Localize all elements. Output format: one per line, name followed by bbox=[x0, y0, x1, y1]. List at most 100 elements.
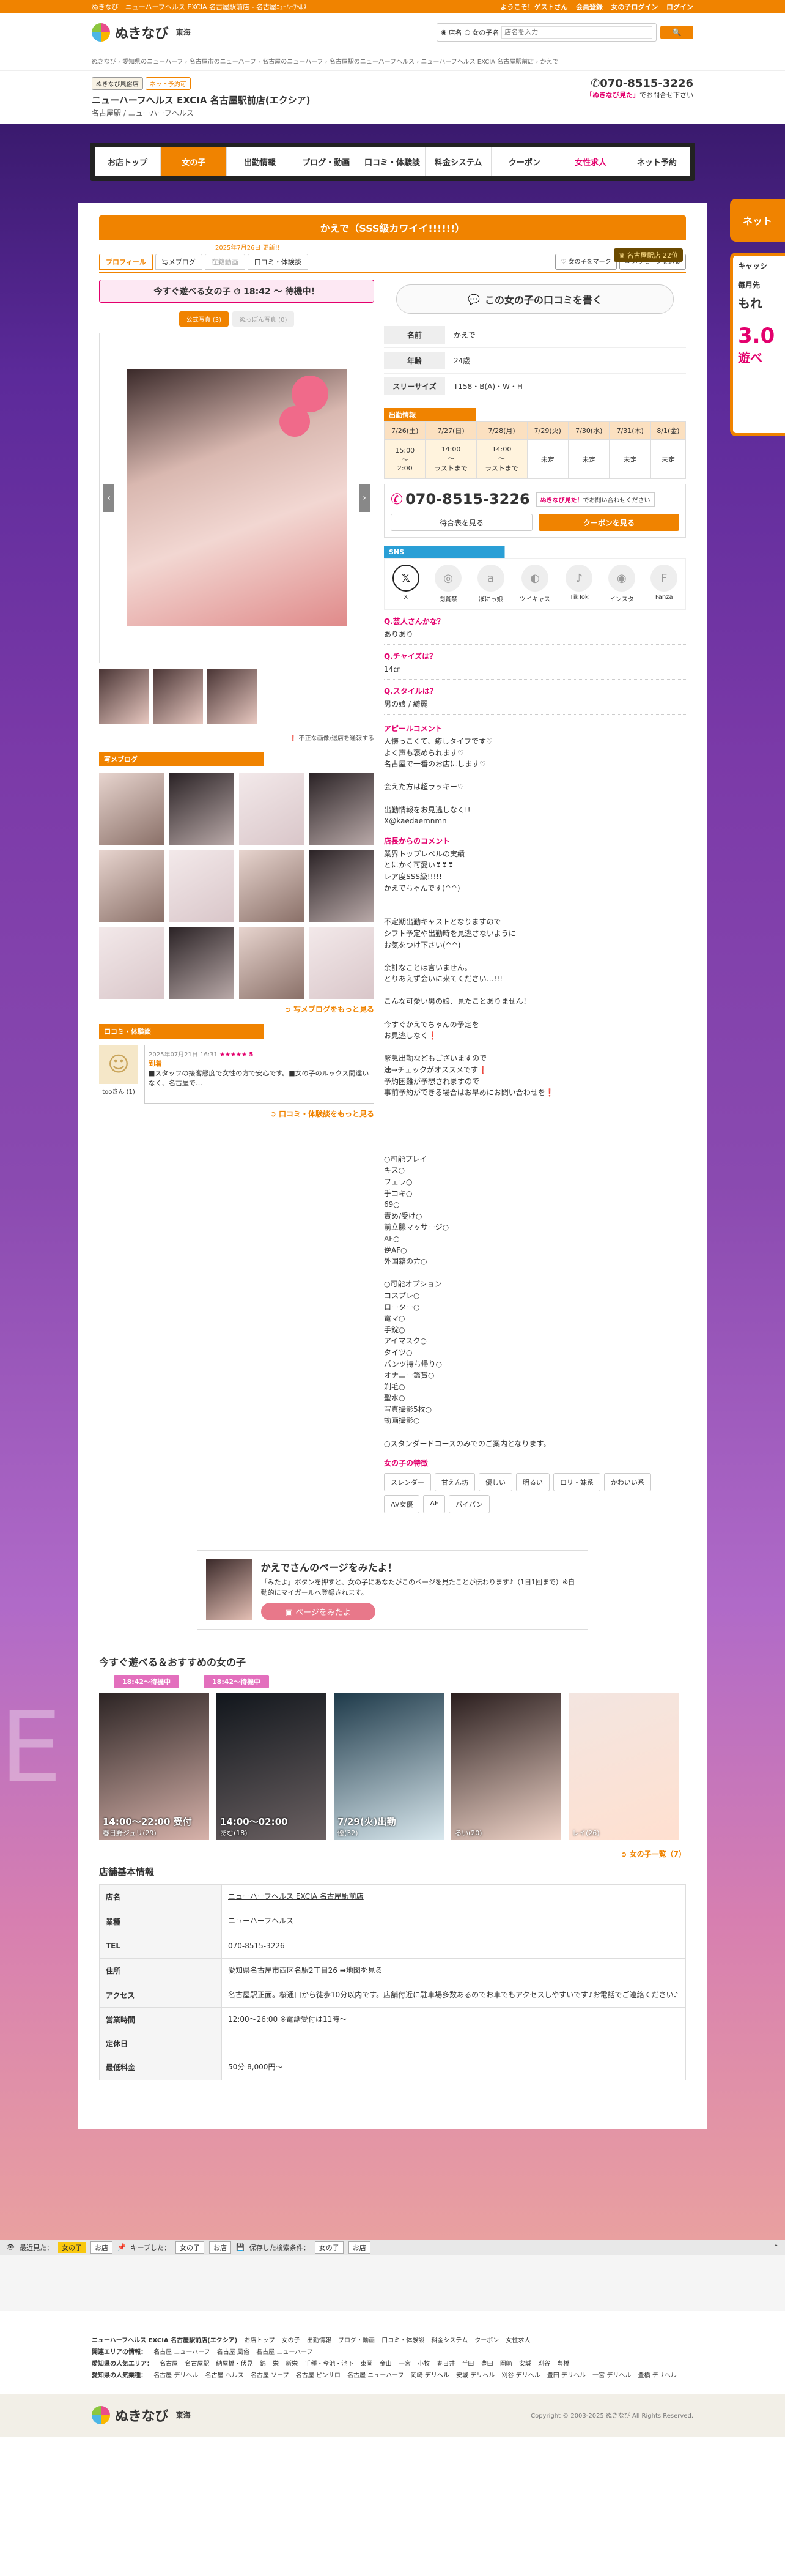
chevron-up-icon[interactable]: ⌃ bbox=[773, 2243, 779, 2251]
footer-link[interactable]: 女性求人 bbox=[506, 2337, 531, 2344]
search-input[interactable] bbox=[501, 26, 652, 39]
footer-link[interactable]: 一宮 bbox=[399, 2361, 411, 2367]
footer-link[interactable]: 豊田 bbox=[481, 2361, 493, 2367]
nav-tab-pricing[interactable]: 料金システム bbox=[426, 147, 492, 176]
photo-tab-nuppon[interactable]: ぬっぽん写真 (0) bbox=[232, 311, 295, 327]
photo-thumbnail[interactable] bbox=[153, 669, 203, 724]
next-photo-button[interactable]: › bbox=[359, 484, 370, 512]
blog-thumbnail[interactable] bbox=[99, 850, 164, 922]
footer-link[interactable]: ブログ・動画 bbox=[338, 2337, 375, 2344]
search-button[interactable]: 🔍 bbox=[660, 25, 693, 39]
coupon-button[interactable]: クーポンを見る bbox=[539, 514, 679, 531]
nav-tab-blog[interactable]: ブログ・動画 bbox=[293, 147, 359, 176]
footer-link[interactable]: 納屋橋・伏見 bbox=[216, 2361, 253, 2367]
blog-thumbnail[interactable] bbox=[99, 773, 164, 845]
nav-tab-reviews[interactable]: 口コミ・体験談 bbox=[359, 147, 426, 176]
footer-link[interactable]: 栄 bbox=[273, 2361, 279, 2367]
type-tag[interactable]: ロリ・妹系 bbox=[553, 1473, 600, 1492]
footer-link[interactable]: 金山 bbox=[380, 2361, 392, 2367]
search-type-shop[interactable]: ◉ 店名 bbox=[441, 28, 462, 37]
blog-thumbnail[interactable] bbox=[99, 927, 164, 999]
write-review-button[interactable]: 💬 この女の子の口コミを書く bbox=[396, 284, 674, 314]
girl-list-link[interactable]: ➲ 女の子一覧（7） bbox=[99, 1849, 686, 1859]
review-more-link[interactable]: ➲ 口コミ・体験談をもっと見る bbox=[99, 1108, 374, 1119]
recommend-girl-card[interactable]: レイ(26) bbox=[569, 1693, 679, 1841]
recommend-girl-card[interactable]: 7/29(火)出勤 優(32) bbox=[334, 1693, 444, 1841]
type-tag[interactable]: 明るい bbox=[516, 1473, 550, 1492]
breadcrumb-item[interactable]: 名古屋のニューハーフ bbox=[262, 59, 330, 65]
recommend-girl-card[interactable]: 14:00〜02:00 あむ(18) bbox=[216, 1693, 326, 1841]
footer-link[interactable]: 半田 bbox=[462, 2361, 474, 2367]
footer-link[interactable]: 刈谷 bbox=[538, 2361, 550, 2367]
footer-link[interactable]: 刈谷 デリヘル bbox=[501, 2372, 540, 2379]
footer-link[interactable]: 新栄 bbox=[286, 2361, 298, 2367]
footer-link[interactable]: 豊橋 bbox=[557, 2361, 569, 2367]
footer-link[interactable]: 口コミ・体験談 bbox=[381, 2337, 424, 2344]
footer-link[interactable]: 名古屋 風俗 bbox=[217, 2349, 249, 2356]
footer-logo[interactable]: ぬきなび 東海 bbox=[92, 2405, 191, 2425]
footer-link[interactable]: 名古屋 ニューハーフ bbox=[347, 2372, 404, 2379]
blog-thumbnail[interactable] bbox=[309, 927, 374, 999]
footer-link[interactable]: 名古屋駅 bbox=[185, 2361, 209, 2367]
sns-item[interactable]: ◉ インスタ bbox=[608, 565, 635, 603]
info-value-shopname[interactable]: ニューハーフヘルス EXCIA 名古屋駅前店 bbox=[221, 1884, 686, 1910]
sns-item[interactable]: ◎ 閲覧禁 bbox=[435, 565, 462, 603]
blog-thumbnail[interactable] bbox=[239, 927, 304, 999]
report-link[interactable]: ❗ 不正な画像/退店を通報する bbox=[99, 733, 374, 742]
recommend-girl-card[interactable]: るい(20) bbox=[451, 1693, 561, 1841]
nav-tab-schedule[interactable]: 出勤情報 bbox=[227, 147, 293, 176]
footer-link[interactable]: 岡崎 bbox=[500, 2361, 512, 2367]
sns-item[interactable]: F Fanza bbox=[650, 565, 678, 603]
footer-link[interactable]: 出勤情報 bbox=[307, 2337, 331, 2344]
subtab-video[interactable]: 在籍動画 bbox=[204, 254, 245, 270]
footer-link[interactable]: 名古屋 ニューハーフ bbox=[256, 2349, 312, 2356]
footer-link[interactable]: 一宮 デリヘル bbox=[592, 2372, 631, 2379]
waiting-list-button[interactable]: 待合表を見る bbox=[391, 514, 533, 531]
subtab-blog[interactable]: 写メブログ bbox=[155, 254, 202, 270]
footer-link[interactable]: 豊橋 デリヘル bbox=[638, 2372, 677, 2379]
info-value-address[interactable]: 愛知県名古屋市西区名駅2丁目26 ➡地図を見る bbox=[221, 1958, 686, 1984]
nav-tab-recruit[interactable]: 女性求人 bbox=[558, 147, 624, 176]
mitayo-button[interactable]: ▣ ページをみたよ bbox=[260, 1603, 375, 1621]
type-tag[interactable]: スレンダー bbox=[384, 1473, 431, 1492]
type-tag[interactable]: パイパン bbox=[449, 1495, 490, 1514]
footer-link[interactable]: 名古屋 ピンサロ bbox=[296, 2372, 341, 2379]
blog-thumbnail[interactable] bbox=[169, 927, 234, 999]
footer-link[interactable]: 岡崎 デリヘル bbox=[411, 2372, 449, 2379]
sns-item[interactable]: ♪ TikTok bbox=[566, 565, 593, 603]
footer-link[interactable]: 東岡 bbox=[361, 2361, 373, 2367]
nav-tab-shop-top[interactable]: お店トップ bbox=[95, 147, 161, 176]
footer-link[interactable]: 女の子 bbox=[282, 2337, 300, 2344]
mark-girl-button[interactable]: ♡ 女の子をマーク bbox=[555, 254, 617, 270]
footer-link[interactable]: 小牧 bbox=[418, 2361, 430, 2367]
review-item[interactable]: ☺ tooさん (1) 2025年07月21日 16:31 ★★★★★ 5 到着… bbox=[99, 1045, 374, 1104]
blog-thumbnail[interactable] bbox=[309, 773, 374, 845]
saved-girl-button[interactable]: 女の子 bbox=[314, 2241, 344, 2254]
site-logo[interactable]: ぬきなび 東海 bbox=[92, 23, 191, 42]
girl-login-link[interactable]: 女の子ログイン bbox=[611, 3, 658, 11]
photo-tab-official[interactable]: 公式写真 (3) bbox=[179, 311, 229, 327]
saved-shop-button[interactable]: お店 bbox=[348, 2241, 370, 2254]
footer-link[interactable]: クーポン bbox=[474, 2337, 499, 2344]
type-tag[interactable]: AV女優 bbox=[384, 1495, 420, 1514]
blog-thumbnail[interactable] bbox=[239, 850, 304, 922]
footer-link[interactable]: 料金システム bbox=[431, 2337, 468, 2344]
prev-photo-button[interactable]: ‹ bbox=[103, 484, 114, 512]
register-link[interactable]: 会員登録 bbox=[576, 3, 603, 11]
search-type-girl[interactable]: ○ 女の子名 bbox=[465, 28, 499, 37]
breadcrumb-item[interactable]: ニューハーフヘルス EXCIA 名古屋駅前店 bbox=[421, 59, 540, 65]
keep-shop-button[interactable]: お店 bbox=[209, 2241, 232, 2254]
breadcrumb-item[interactable]: 名古屋市のニューハーフ bbox=[190, 59, 263, 65]
breadcrumb-item[interactable]: 名古屋駅のニューハーフヘルス bbox=[330, 59, 421, 65]
footer-link[interactable]: 名古屋 bbox=[160, 2361, 178, 2367]
footer-link[interactable]: お店トップ bbox=[244, 2337, 275, 2344]
history-girl-button[interactable]: 女の子 bbox=[57, 2241, 86, 2253]
side-cashback-banner[interactable]: キャッシ 毎月先 もれ 3.0 遊べ bbox=[730, 253, 785, 436]
type-tag[interactable]: 優しい bbox=[479, 1473, 512, 1492]
blog-thumbnail[interactable] bbox=[309, 850, 374, 922]
footer-link[interactable]: 錦 bbox=[260, 2361, 266, 2367]
keep-girl-button[interactable]: 女の子 bbox=[175, 2241, 205, 2254]
sns-x[interactable]: 𝕏X bbox=[392, 565, 419, 603]
footer-link[interactable]: 安城 bbox=[519, 2361, 531, 2367]
type-tag[interactable]: かわいい系 bbox=[604, 1473, 651, 1492]
